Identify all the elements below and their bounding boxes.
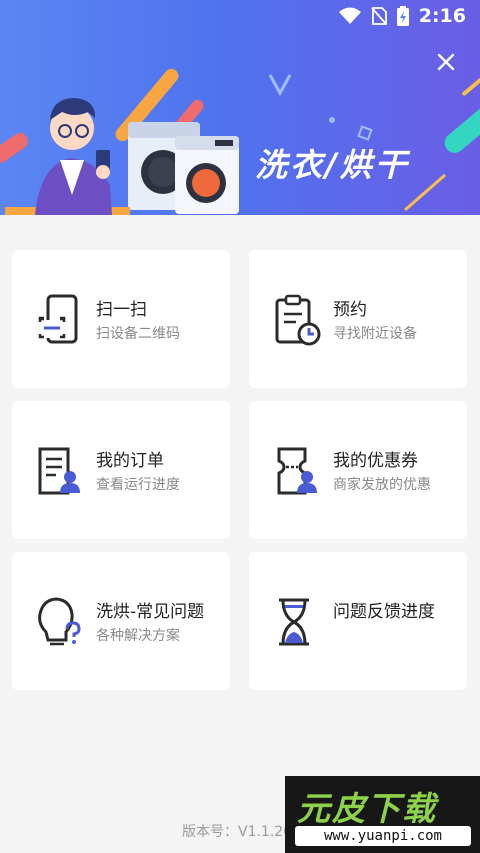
hourglass-icon — [279, 598, 309, 646]
scan-phone-icon — [38, 294, 78, 344]
menu-item-title: 我的优惠券 — [333, 451, 418, 471]
menu-item-subtitle: 商家发放的优惠 — [333, 477, 431, 493]
banner-title: 洗衣/烘干 — [255, 146, 410, 184]
header-banner: 2:16 洗衣/烘干 — [0, 0, 480, 215]
menu-item-title: 扫一扫 — [96, 300, 147, 320]
menu-item-title: 洗烘-常见问题 — [96, 602, 205, 622]
appointment-clipboard-icon — [275, 294, 321, 346]
watermark-logo: 元皮下载 www.yuanpi.com — [285, 776, 480, 853]
no-sim-icon — [371, 7, 387, 25]
status-time: 2:16 — [418, 5, 466, 27]
menu-item-faq[interactable]: 洗烘-常见问题 各种解决方案 — [12, 552, 230, 690]
close-icon[interactable] — [434, 50, 458, 74]
menu-item-title: 问题反馈进度 — [333, 602, 435, 622]
menu-item-subtitle: 扫设备二维码 — [96, 326, 180, 342]
battery-charging-icon — [396, 6, 409, 26]
menu-item-feedback-progress[interactable]: 问题反馈进度 — [249, 552, 467, 690]
menu-item-orders[interactable]: 我的订单 查看运行进度 — [12, 401, 230, 539]
menu-item-appointment[interactable]: 预约 寻找附近设备 — [249, 250, 467, 388]
menu-item-subtitle: 查看运行进度 — [96, 477, 180, 493]
menu-item-subtitle: 各种解决方案 — [96, 628, 180, 644]
watermark-url: www.yuanpi.com — [295, 826, 471, 846]
menu-item-title: 我的订单 — [96, 451, 164, 471]
version-label: 版本号：V1.1.20 — [182, 824, 293, 840]
menu-item-subtitle: 寻找附近设备 — [333, 326, 417, 342]
wifi-icon — [338, 7, 361, 24]
status-bar: 2:16 — [0, 0, 480, 34]
order-document-icon — [38, 447, 80, 495]
menu-item-coupons[interactable]: 我的优惠券 商家发放的优惠 — [249, 401, 467, 539]
menu-item-scan[interactable]: 扫一扫 扫设备二维码 — [12, 250, 230, 388]
menu-item-title: 预约 — [333, 300, 367, 320]
faq-lightbulb-icon — [38, 597, 81, 646]
coupon-icon — [277, 447, 317, 495]
watermark-brand: 元皮下载 — [297, 789, 437, 828]
